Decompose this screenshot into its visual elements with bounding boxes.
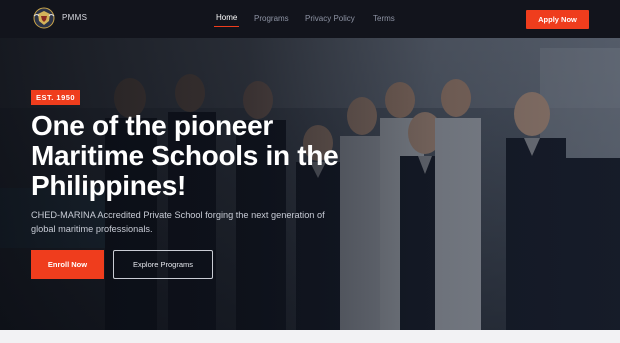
nav-link-home[interactable]: Home bbox=[213, 13, 240, 27]
apply-now-button[interactable]: Apply Now bbox=[526, 10, 589, 29]
hero-title: One of the pioneer Maritime Schools in t… bbox=[31, 110, 339, 201]
hero-section: EST. 1950 One of the pioneer Maritime Sc… bbox=[0, 38, 620, 330]
nav-link-terms[interactable]: Terms bbox=[373, 14, 395, 23]
next-section-strip bbox=[0, 330, 620, 343]
brand-name[interactable]: PMMS bbox=[62, 13, 87, 22]
nav-link-programs[interactable]: Programs bbox=[254, 14, 289, 23]
explore-programs-button[interactable]: Explore Programs bbox=[113, 250, 213, 279]
enroll-now-button[interactable]: Enroll Now bbox=[31, 250, 104, 279]
top-nav: PMMS Home Programs Privacy Policy Terms … bbox=[0, 0, 620, 38]
established-badge: EST. 1950 bbox=[31, 90, 81, 105]
hero-subtitle: CHED-MARINA Accredited Private School fo… bbox=[31, 210, 325, 234]
school-crest-icon[interactable] bbox=[33, 7, 55, 29]
nav-link-privacy-policy[interactable]: Privacy Policy bbox=[305, 14, 355, 23]
